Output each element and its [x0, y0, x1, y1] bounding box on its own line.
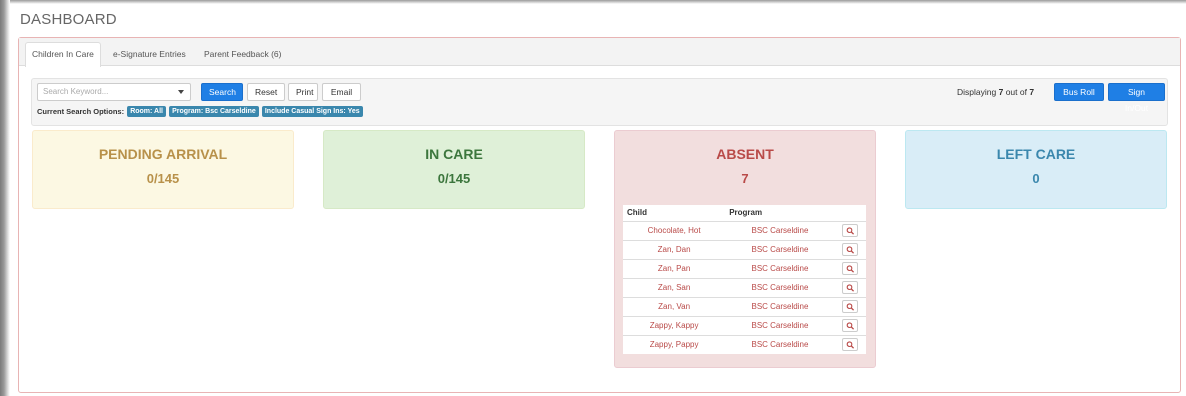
- table-row: Zappy, Pappy BSC Carseldine: [623, 334, 866, 354]
- search-button[interactable]: Search: [201, 83, 243, 101]
- search-placeholder: Search Keyword...: [43, 87, 109, 96]
- child-name-cell: Chocolate, Hot: [623, 220, 726, 240]
- reset-button[interactable]: Reset: [247, 83, 285, 101]
- view-details-button[interactable]: [842, 262, 859, 275]
- caret-down-icon: [178, 90, 184, 94]
- display-middle: out of: [1005, 87, 1027, 97]
- dashboard-panel: Children In Care e-Signature Entries Par…: [18, 37, 1181, 393]
- view-details-button[interactable]: [842, 300, 859, 313]
- in-care-title: IN CARE: [425, 146, 483, 162]
- program-cell: BSC Carseldine: [725, 315, 835, 335]
- table-row: Chocolate, Hot BSC Carseldine: [623, 220, 866, 240]
- program-cell: BSC Carseldine: [725, 277, 835, 297]
- child-name-cell: Zan, Dan: [623, 239, 726, 259]
- magnifier-icon: [846, 322, 855, 330]
- pending-arrival-value: 0/145: [146, 171, 180, 186]
- search-options-label: Current Search Options:: [37, 107, 125, 116]
- magnifier-icon: [846, 341, 855, 349]
- email-button[interactable]: Email: [322, 83, 361, 101]
- program-cell: BSC Carseldine: [725, 258, 835, 278]
- sign-in-out-button[interactable]: Sign In/Out: [1108, 83, 1165, 113]
- tab-bar: Children In Care e-Signature Entries Par…: [19, 38, 1180, 67]
- table-row: Zan, Pan BSC Carseldine: [623, 258, 866, 278]
- bus-roll-button[interactable]: Bus Roll: [1054, 83, 1104, 101]
- tab-parent-feedback[interactable]: Parent Feedback (6): [197, 42, 288, 66]
- row-action-cell: [834, 334, 866, 354]
- view-details-button[interactable]: [842, 243, 859, 256]
- left-care-title: LEFT CARE: [996, 146, 1076, 162]
- absent-title: ABSENT: [716, 146, 774, 162]
- pending-arrival-card: PENDING ARRIVAL 0/145: [32, 130, 294, 209]
- table-row: Zappy, Kappy BSC Carseldine: [623, 315, 866, 335]
- view-details-button[interactable]: [842, 338, 859, 352]
- display-shown: 7: [998, 87, 1004, 97]
- tab-e-signature-entries[interactable]: e-Signature Entries: [106, 42, 193, 66]
- display-count: Displaying 7 out of 7: [957, 87, 1034, 97]
- display-prefix: Displaying: [957, 87, 997, 97]
- search-keyword-select[interactable]: Search Keyword...: [37, 83, 191, 101]
- column-header-child: Child: [623, 205, 726, 222]
- child-name-cell: Zan, Pan: [623, 258, 726, 278]
- column-header-program: Program: [725, 205, 835, 222]
- window-shadow-top: [0, 0, 1186, 4]
- magnifier-icon: [846, 303, 855, 311]
- row-action-cell: [834, 258, 866, 278]
- tab-children-in-care[interactable]: Children In Care: [25, 42, 101, 67]
- left-care-card: LEFT CARE 0: [905, 130, 1167, 209]
- option-tag-program: Program: Bsc Carseldine: [169, 106, 259, 117]
- row-action-cell: [834, 239, 866, 259]
- child-name-cell: Zappy, Pappy: [623, 334, 726, 354]
- child-name-cell: Zappy, Kappy: [623, 315, 726, 335]
- magnifier-icon: [846, 227, 855, 235]
- view-details-button[interactable]: [842, 224, 859, 237]
- magnifier-icon: [846, 246, 855, 254]
- magnifier-icon: [846, 284, 855, 292]
- in-care-card: IN CARE 0/145: [323, 130, 585, 209]
- child-name-cell: Zan, San: [623, 277, 726, 297]
- window-shadow-left: [0, 0, 10, 396]
- magnifier-icon: [846, 265, 855, 273]
- table-header-row: Child Program: [623, 205, 866, 222]
- program-cell: BSC Carseldine: [725, 296, 835, 316]
- view-details-button[interactable]: [842, 319, 859, 332]
- in-care-value: 0/145: [437, 171, 471, 186]
- row-action-cell: [834, 220, 866, 240]
- column-header-actions: [834, 205, 866, 222]
- print-button[interactable]: Print: [288, 83, 318, 101]
- table-row: Zan, San BSC Carseldine: [623, 277, 866, 297]
- child-name-cell: Zan, Van: [623, 296, 726, 316]
- program-cell: BSC Carseldine: [725, 239, 835, 259]
- search-toolbar: Search Keyword... Search Reset Print Ema…: [31, 78, 1168, 126]
- row-action-cell: [834, 296, 866, 316]
- table-row: Zan, Dan BSC Carseldine: [623, 239, 866, 259]
- program-cell: BSC Carseldine: [725, 334, 835, 354]
- display-total: 7: [1029, 87, 1035, 97]
- program-cell: BSC Carseldine: [725, 220, 835, 240]
- option-tag-room: Room: All: [127, 106, 166, 117]
- absent-card: ABSENT 7 Child Program Chocolate, Hot BSC…: [614, 130, 876, 368]
- row-action-cell: [834, 277, 866, 297]
- left-care-value: 0: [1032, 171, 1040, 186]
- absent-children-table: Child Program Chocolate, Hot BSC Carseldi…: [623, 205, 866, 354]
- page-title: DASHBOARD: [20, 11, 117, 28]
- pending-arrival-title: PENDING ARRIVAL: [98, 146, 228, 162]
- absent-value: 7: [741, 171, 749, 186]
- view-details-button[interactable]: [842, 281, 859, 294]
- option-tag-casual: Include Casual Sign Ins: Yes: [261, 106, 363, 117]
- row-action-cell: [834, 315, 866, 335]
- search-options: Current Search Options: Room: All Progra…: [37, 106, 363, 118]
- table-row: Zan, Van BSC Carseldine: [623, 296, 866, 316]
